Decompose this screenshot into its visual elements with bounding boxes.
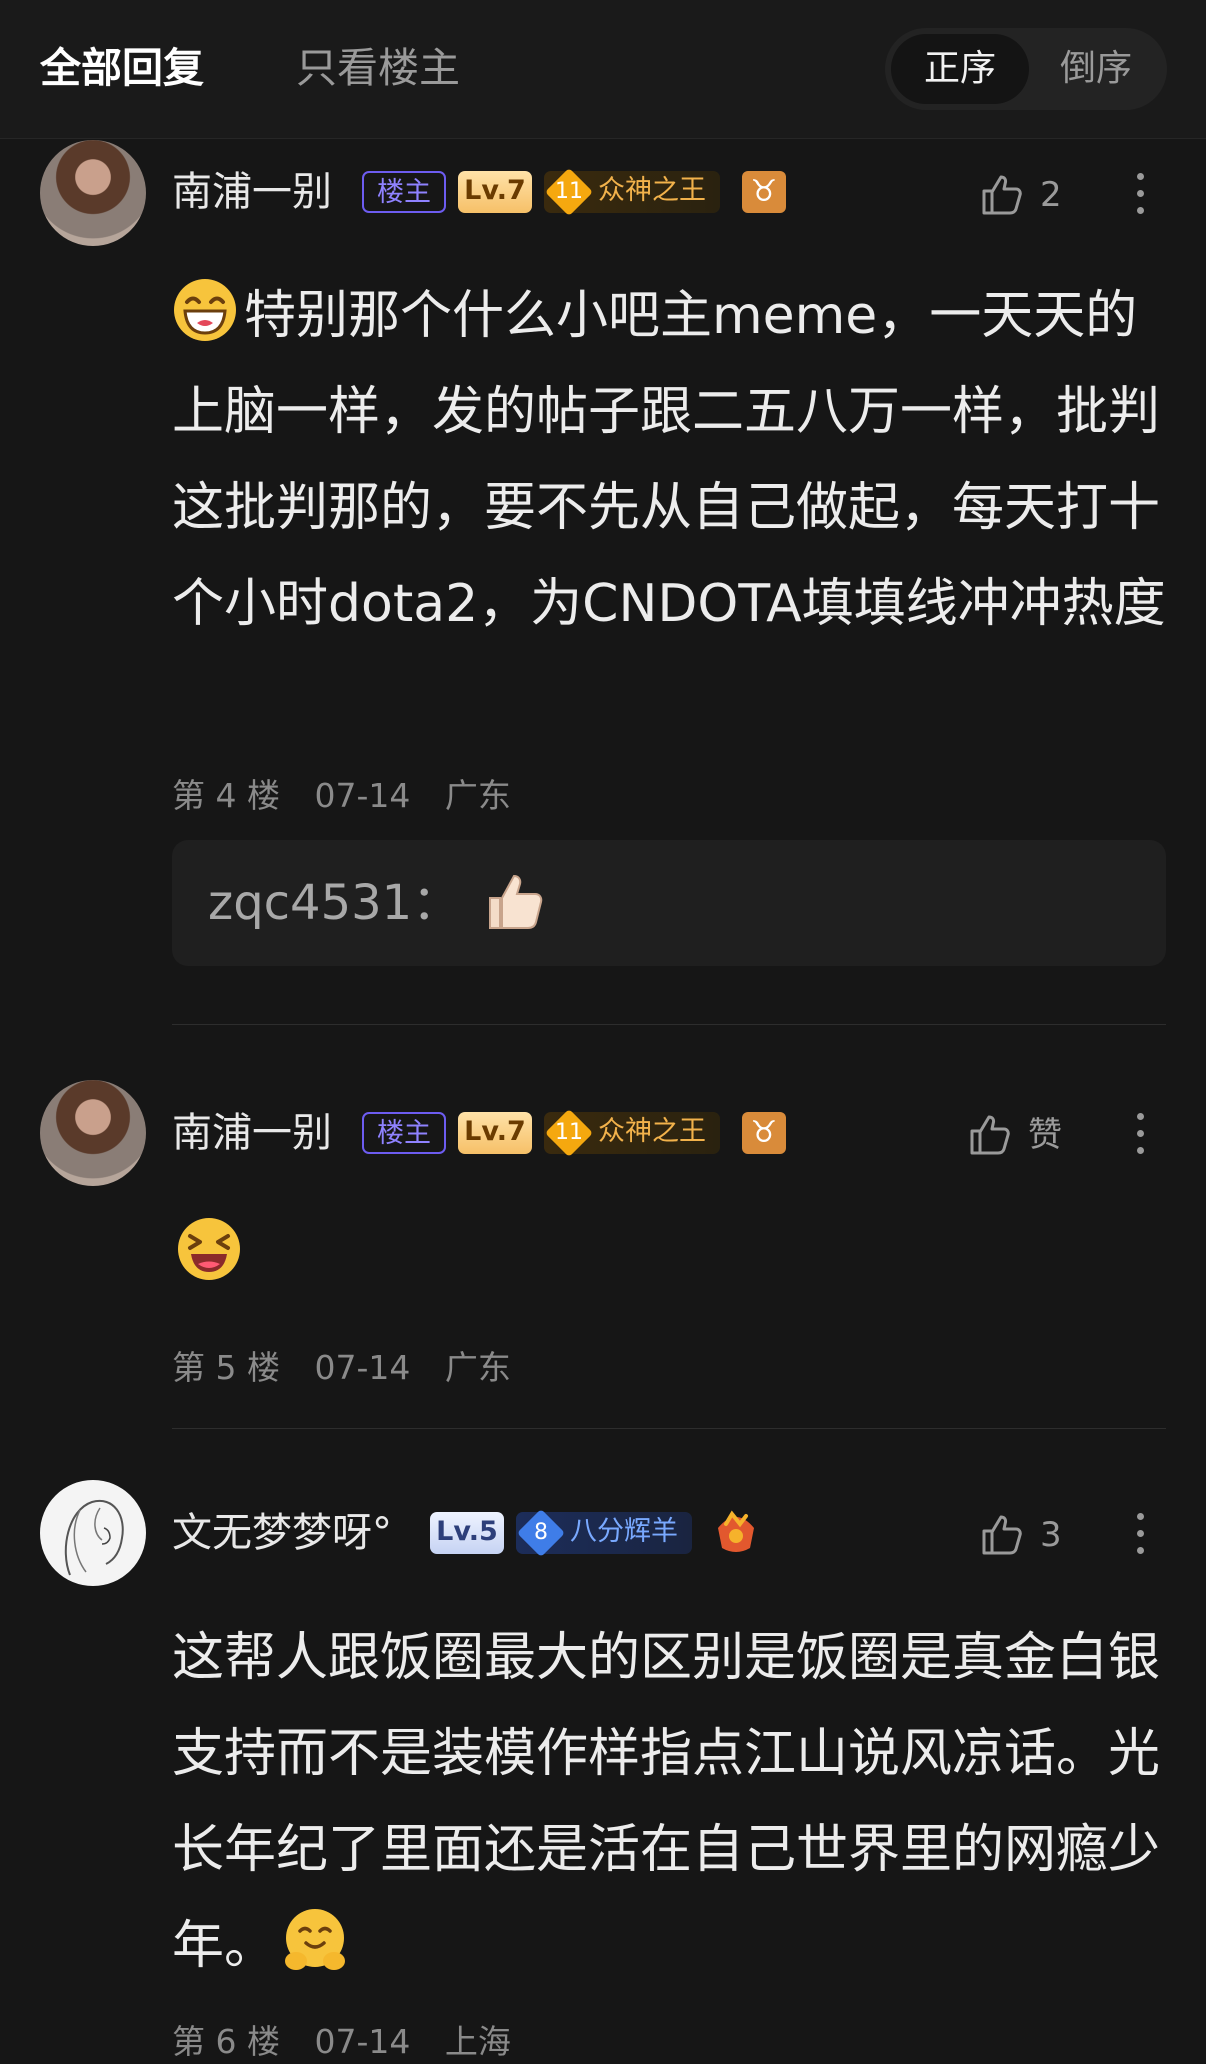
gamer-badge-icon [718,1510,754,1552]
title-text: 众神之王 [598,1116,706,1147]
taurus-zodiac-icon: ♉ [742,171,786,213]
reply-post: 南浦一别 楼主 Lv.7 11 众神之王 ♉ 2 特别那个什么小吧主meme，一… [0,138,1206,1038]
divider [172,1024,1166,1025]
post-location: 上海 [444,2022,511,2061]
sub-reply[interactable]: zqc4531： [172,840,1166,966]
username[interactable]: 文无梦梦呀° [172,1506,392,1560]
floor-number: 第 6 楼 [172,2022,280,2061]
level-badge: Lv.7 [458,1112,532,1154]
thumbs-up-emoji-icon [489,874,543,929]
thumbs-up-icon [982,1515,1022,1555]
more-options-icon[interactable] [1126,169,1154,219]
more-options-icon[interactable] [1126,1109,1154,1159]
sort-toggle: 正序 倒序 [885,28,1167,110]
post-content: 特别那个什么小吧主meme，一天天的上脑一样，发的帖子跟二五八万一样，批判这批判… [172,268,1172,652]
reply-post: 文无梦梦呀° Lv.5 8 八分辉羊 3 这帮人跟饭圈最大的区别是饭圈是真金白银… [0,1480,1206,2063]
sketch-portrait-icon [64,1499,124,1576]
post-date: 07-14 [314,1348,411,1387]
avatar[interactable] [40,1480,146,1586]
taurus-zodiac-icon: ♉ [742,1112,786,1154]
avatar[interactable] [40,140,146,246]
level-badge: Lv.5 [430,1512,504,1554]
floor-number: 第 5 楼 [172,1348,280,1387]
username[interactable]: 南浦一别 [172,1106,332,1160]
title-badge: 11 众神之王 [544,1112,720,1154]
hugging-emoji-icon [285,1909,346,1970]
thumbs-up-icon [982,175,1022,215]
post-date: 07-14 [314,2022,411,2061]
title-text: 众神之王 [598,175,706,206]
floor-number: 第 4 楼 [172,776,280,815]
divider [172,1428,1166,1429]
reply-filter-header: 全部回复 只看楼主 正序 倒序 [0,0,1206,139]
title-level-icon: 11 [544,1108,594,1158]
post-text: 特别那个什么小吧主meme，一天天的上脑一样，发的帖子跟二五八万一样，批判这批判… [172,286,1166,634]
reply-post: 南浦一别 楼主 Lv.7 11 众神之王 ♉ 赞 第 5 楼 07-14 广东 [0,1080,1206,1480]
title-level-icon: 8 [516,1508,566,1558]
level-badge: Lv.7 [458,171,532,213]
post-date: 07-14 [314,776,411,815]
post-meta: 第 4 楼 07-14 广东 [172,774,535,818]
post-content: 这帮人跟饭圈最大的区别是饭圈是真金白银支持而不是装模作样指点江山说风凉话。光长年… [172,1610,1172,1994]
title-badge: 11 众神之王 [544,171,720,213]
sort-ascending-button[interactable]: 正序 [891,34,1029,104]
post-location: 广东 [444,776,511,815]
grinning-emoji-icon [174,279,236,341]
sub-reply-username[interactable]: zqc4531： [208,874,460,932]
post-location: 广东 [444,1348,511,1387]
post-meta: 第 6 楼 07-14 上海 [172,2020,535,2064]
tab-all-replies[interactable]: 全部回复 [40,40,204,96]
like-label: 赞 [1028,1115,1062,1155]
username[interactable]: 南浦一别 [172,165,332,219]
title-text: 八分辉羊 [570,1516,678,1547]
post-meta: 第 5 楼 07-14 广东 [172,1346,535,1390]
host-badge: 楼主 [362,171,446,213]
like-count: 3 [1040,1515,1062,1555]
thumbs-up-icon [970,1115,1010,1155]
sort-descending-button[interactable]: 倒序 [1031,34,1161,104]
host-badge: 楼主 [362,1112,446,1154]
like-count: 2 [1040,175,1062,215]
laughing-emoji-icon [178,1218,240,1280]
tab-host-only[interactable]: 只看楼主 [296,40,460,96]
avatar[interactable] [40,1080,146,1186]
title-badge: 8 八分辉羊 [516,1512,692,1554]
title-level-icon: 11 [544,167,594,217]
more-options-icon[interactable] [1126,1509,1154,1559]
